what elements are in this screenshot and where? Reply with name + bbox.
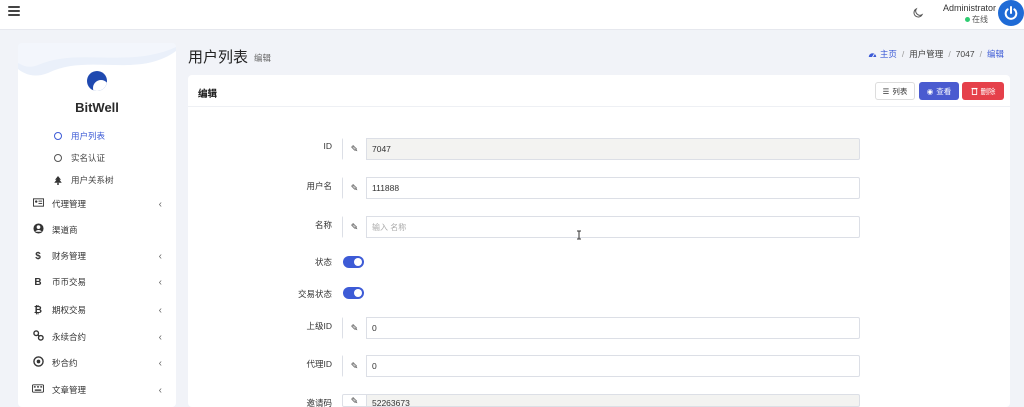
agent-id-value: 0 — [372, 361, 377, 371]
delete-button[interactable]: 删除 — [962, 82, 1004, 100]
parent-id-field[interactable]: ✎ 0 — [342, 317, 860, 339]
circle-icon — [54, 154, 62, 162]
online-dot — [965, 17, 970, 22]
bitcoin-icon: B — [34, 276, 42, 288]
invite-code-label: 邀请码 — [306, 398, 332, 407]
agent-id-label: 代理ID — [306, 359, 332, 369]
sidebar-item-real-name[interactable]: 实名认证 — [54, 151, 105, 165]
id-field[interactable]: ✎ 7047 — [342, 138, 860, 160]
circle-icon — [54, 132, 62, 140]
admin-status: 在线 — [965, 14, 988, 25]
link-icon — [32, 330, 44, 344]
sidebar-item-label: 代理管理 — [52, 199, 87, 209]
name-label: 名称 — [314, 220, 332, 230]
view-button[interactable]: ◉ 查看 — [919, 82, 959, 100]
dashboard-icon — [868, 53, 877, 58]
eye-icon: ◉ — [926, 86, 934, 96]
breadcrumb-record-id[interactable]: 7047 — [956, 49, 975, 59]
pencil-icon: ✎ — [343, 138, 367, 160]
avatar[interactable] — [998, 0, 1024, 26]
parent-id-label: 上级ID — [306, 321, 332, 331]
trash-icon — [970, 87, 978, 95]
sidebar-item-label: 永续合约 — [52, 332, 87, 342]
sidebar-item-options[interactable]: ₿ 期权交易 ‹ — [32, 303, 162, 317]
keyboard-icon — [32, 384, 44, 396]
username-value: 111888 — [372, 183, 400, 193]
chevron-left-icon: ‹ — [158, 276, 162, 288]
list-icon: ☰ — [882, 86, 890, 96]
sidebar-item-label: 币币交易 — [52, 277, 87, 287]
id-label: ID — [323, 141, 333, 151]
sidebar-item-perpetual[interactable]: 永续合约 ‹ — [32, 330, 162, 344]
sidebar-item-articles[interactable]: 文章管理 ‹ — [32, 383, 162, 397]
menu-icon[interactable] — [8, 6, 20, 16]
id-value: 7047 — [372, 144, 391, 154]
text-cursor-icon — [577, 230, 581, 240]
chevron-left-icon: ‹ — [158, 331, 162, 343]
username-label: 用户名 — [306, 181, 332, 191]
brand-logo — [87, 71, 107, 91]
list-button[interactable]: ☰ 列表 — [875, 82, 915, 100]
breadcrumb: 主页 / 用户管理 / 7047 / 编辑 — [868, 48, 1004, 60]
status-label: 状态 — [314, 257, 332, 267]
sidebar-item-label: 实名认证 — [71, 153, 106, 163]
power-icon — [1004, 6, 1018, 20]
parent-id-value: 0 — [372, 323, 377, 333]
breadcrumb-current: 编辑 — [986, 49, 1004, 59]
invite-code-field[interactable]: ✎ 52263673 — [342, 394, 860, 407]
agent-id-field[interactable]: ✎ 0 — [342, 355, 860, 377]
sidebar-item-label: 期权交易 — [52, 305, 87, 315]
pencil-icon: ✎ — [343, 216, 367, 238]
bitcoin-icon: ₿ — [33, 304, 43, 316]
page-title: 用户列表 — [188, 49, 249, 66]
pencil-icon: ✎ — [343, 317, 367, 339]
breadcrumb-user-management[interactable]: 用户管理 — [909, 48, 943, 60]
sidebar-item-label: 文章管理 — [52, 385, 87, 395]
chevron-left-icon: ‹ — [158, 304, 162, 316]
breadcrumb-home[interactable]: 主页 — [868, 48, 897, 60]
chevron-left-icon: ‹ — [158, 384, 162, 396]
trade-status-label: 交易状态 — [297, 289, 332, 299]
sidebar-item-spot[interactable]: B 币币交易 ‹ — [32, 275, 162, 289]
status-toggle[interactable] — [343, 256, 364, 268]
chevron-left-icon: ‹ — [158, 198, 162, 210]
id-card-icon — [32, 198, 44, 210]
admin-name[interactable]: Administrator — [943, 3, 996, 13]
brand-name: BitWell — [75, 100, 119, 115]
pencil-icon: ✎ — [343, 355, 367, 377]
top-bar: Administrator 在线 — [0, 0, 1024, 30]
pencil-icon: ✎ — [343, 395, 367, 406]
username-field[interactable]: ✎ 111888 — [342, 177, 860, 199]
pencil-icon: ✎ — [343, 177, 367, 199]
sidebar-item-agent[interactable]: 代理管理 ‹ — [32, 197, 162, 211]
name-placeholder: 输入 名称 — [372, 222, 407, 232]
name-field[interactable]: ✎ 输入 名称 — [342, 216, 860, 238]
card-title: 编辑 — [198, 89, 218, 100]
card-header: 编辑 ☰ 列表 ◉ 查看 删除 — [188, 75, 1010, 107]
page-subtitle: 编辑 — [254, 53, 272, 63]
admin-status-text: 在线 — [972, 15, 988, 24]
trade-status-toggle[interactable] — [343, 287, 364, 299]
moon-icon[interactable] — [912, 7, 924, 19]
invite-code-value: 52263673 — [372, 398, 410, 407]
